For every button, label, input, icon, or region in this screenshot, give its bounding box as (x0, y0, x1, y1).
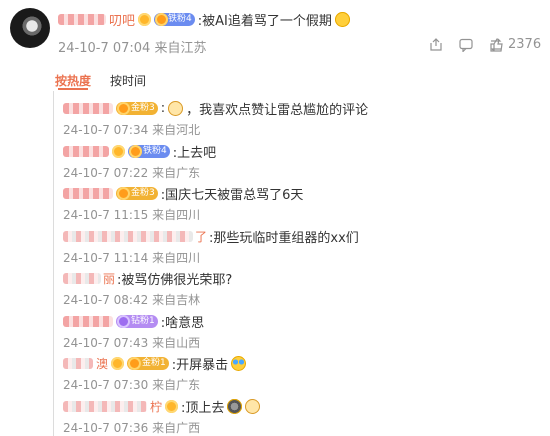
fan-badge[interactable]: 金粉3 (116, 187, 158, 200)
fan-badge[interactable]: 金粉3 (116, 102, 158, 115)
comment-item: 铁粉4 :上去吧 (63, 142, 216, 161)
comment-location: 来自广东 (152, 166, 201, 180)
comment-meta: 24-10-7 11:15 来自四川 (63, 206, 200, 223)
comment-time: 24-10-7 07:36 (63, 421, 149, 435)
share-icon[interactable] (429, 37, 443, 56)
username-tail[interactable]: 了 (195, 228, 207, 245)
comment-location: 来自河北 (152, 123, 201, 137)
comment-item: 澳 金粉1 :开屏暴击 (63, 354, 247, 373)
post-header: 叨吧 铁粉4 :被AI追着骂了一个假期 (58, 10, 350, 29)
comment-meta: 24-10-7 08:42 来自吉林 (63, 291, 200, 308)
tab-time[interactable]: 按时间 (110, 72, 146, 89)
username[interactable]: 叨吧 (109, 10, 135, 29)
crying-emoji-icon (231, 356, 247, 371)
fan-badge[interactable]: 铁粉4 (154, 12, 195, 26)
redacted-username[interactable] (63, 188, 113, 199)
cat-badge-icon (111, 357, 125, 370)
redacted-username[interactable] (63, 316, 113, 327)
comment-meta: 24-10-7 07:30 来自广东 (63, 376, 200, 393)
comment-text: :顶上去 (181, 401, 225, 416)
fan-badge[interactable]: 钻粉1 (116, 315, 158, 328)
comment-text: :上去吧 (172, 146, 217, 161)
comment-time: 24-10-7 07:43 (63, 336, 149, 350)
comment-item: 金粉3 :国庆七天被雷总骂了6天 (63, 184, 303, 203)
comment-meta: 24-10-7 07:22 来自广东 (63, 164, 200, 181)
comment-item: 丽 :被骂仿佛很光荣耶? (63, 269, 232, 288)
comment-time: 24-10-7 08:42 (63, 293, 149, 307)
tab-underline (58, 88, 88, 90)
cat-badge-icon (165, 400, 179, 413)
post-text: :被AI追着骂了一个假期 (197, 13, 332, 29)
comment-time: 24-10-7 11:14 (63, 251, 149, 265)
username-tail[interactable]: 丽 (103, 270, 115, 287)
comment-location: 来自广西 (152, 421, 201, 435)
fan-badge[interactable]: 铁粉4 (128, 145, 170, 158)
comment-meta: 24-10-7 11:14 来自四川 (63, 249, 200, 266)
comment-location: 来自广东 (152, 378, 201, 392)
comment-text: :开屏暴击 (171, 358, 229, 373)
like-container[interactable]: 2376 (490, 37, 541, 52)
redacted-username[interactable] (63, 231, 193, 242)
comment-item: 金粉3 : ，我喜欢点赞让雷总尴尬的评论 (63, 99, 368, 118)
comment-item: 柠 :顶上去 (63, 397, 261, 416)
comment-time: 24-10-7 07:34 (63, 123, 149, 137)
post-meta: 24-10-7 07:04 来自江苏 (58, 37, 207, 56)
comment-location: 来自山西 (152, 336, 201, 350)
cat-badge-icon (138, 12, 152, 26)
comment-time: 24-10-7 11:15 (63, 208, 149, 222)
username-tail[interactable]: 柠 (150, 398, 162, 415)
avatar[interactable] (10, 8, 50, 48)
comment-item: 了 :那些玩临时重组器的xx们 (63, 227, 359, 246)
comment-location: 来自四川 (152, 208, 201, 222)
comment-text: :国庆七天被雷总骂了6天 (160, 188, 304, 203)
username-tail[interactable]: 澳 (96, 355, 108, 372)
redacted-username[interactable] (63, 358, 93, 369)
comment-time: 24-10-7 07:22 (63, 166, 149, 180)
comment-text: :那些玩临时重组器的xx们 (209, 231, 359, 246)
comment-time: 24-10-7 07:30 (63, 378, 149, 392)
redacted-username (58, 13, 106, 25)
comment-icon[interactable] (459, 37, 473, 56)
comment-location: 来自四川 (152, 251, 201, 265)
cat-badge-icon (112, 145, 125, 158)
emoji-icon (227, 399, 243, 414)
redacted-username[interactable] (63, 273, 101, 284)
post-time: 24-10-7 07:04 (58, 41, 151, 56)
emoji-icon (168, 101, 184, 116)
like-icon[interactable] (490, 37, 504, 52)
like-count: 2376 (508, 37, 542, 52)
comment-location: 来自吉林 (152, 293, 201, 307)
comment-item: 钻粉1 :啥意思 (63, 312, 204, 331)
thread-divider (53, 91, 54, 436)
comment-text: ，我喜欢点赞让雷总尴尬的评论 (186, 103, 369, 118)
comment-meta: 24-10-7 07:43 来自山西 (63, 334, 200, 351)
tab-hot[interactable]: 按热度 (55, 72, 91, 89)
comment-text: :啥意思 (160, 316, 205, 331)
comment-meta: 24-10-7 07:34 来自河北 (63, 121, 200, 138)
post-location: 来自江苏 (154, 41, 207, 56)
redacted-username[interactable] (63, 103, 113, 114)
emoji-icon (245, 399, 261, 414)
redacted-username[interactable] (63, 146, 109, 157)
comment-text: :被骂仿佛很光荣耶? (117, 273, 233, 288)
fan-badge[interactable]: 金粉1 (127, 357, 169, 370)
comment-meta: 24-10-7 07:36 来自广西 (63, 419, 200, 436)
redacted-username[interactable] (63, 401, 147, 412)
emoji-icon (334, 11, 350, 27)
